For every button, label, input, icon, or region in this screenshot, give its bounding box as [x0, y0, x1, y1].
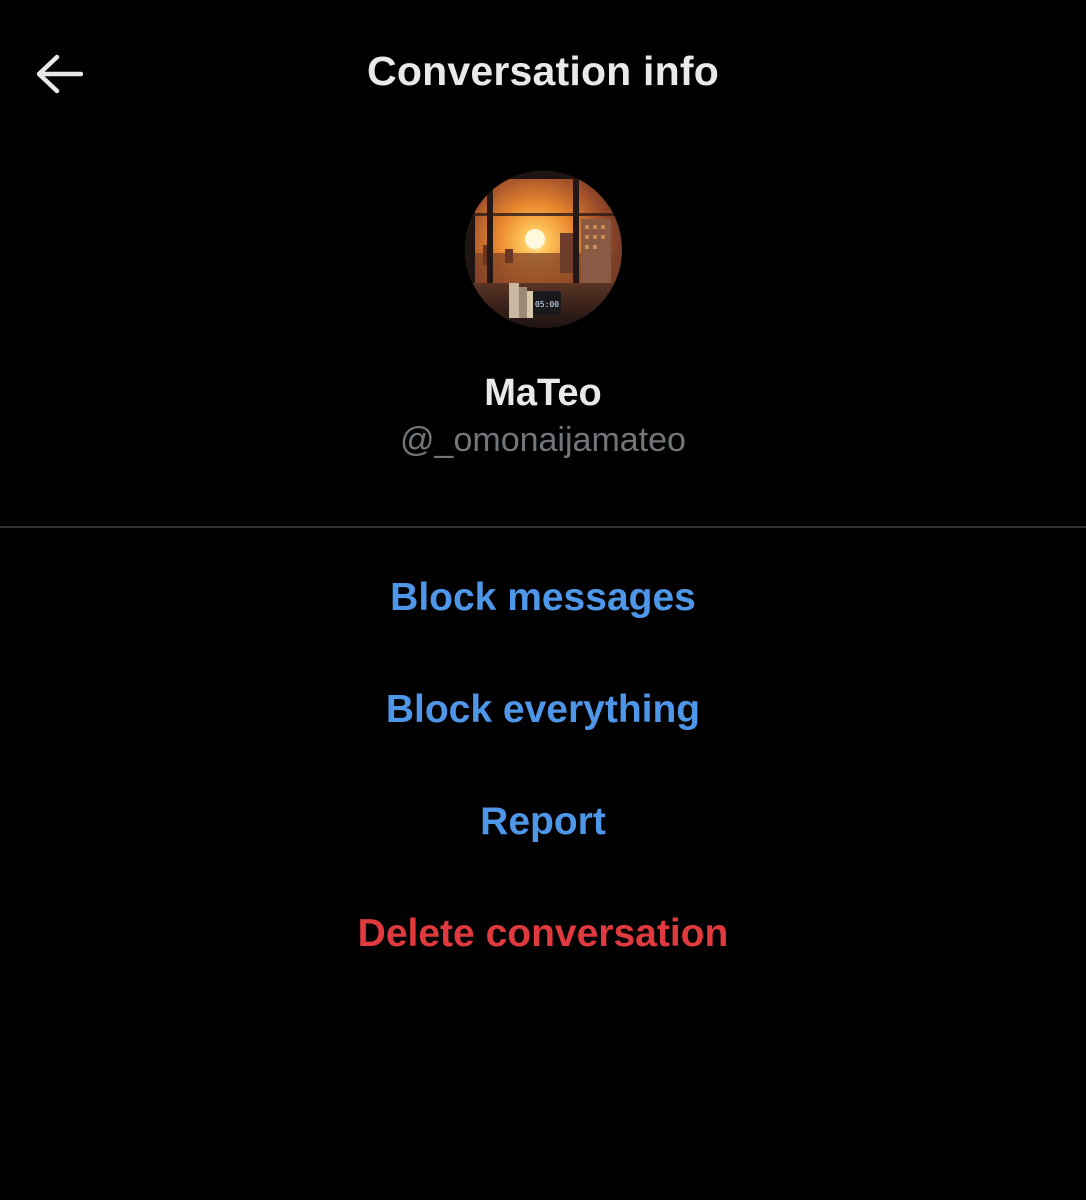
block-messages-button[interactable]: Block messages [0, 558, 1086, 638]
page-title: Conversation info [367, 48, 719, 94]
divider [0, 526, 1086, 528]
avatar[interactable]: 05:00 [465, 171, 622, 328]
block-everything-button[interactable]: Block everything [0, 670, 1086, 750]
header: Conversation info [0, 0, 1086, 150]
report-button[interactable]: Report [0, 782, 1086, 862]
delete-conversation-button[interactable]: Delete conversation [0, 894, 1086, 974]
user-handle: @_omonaijamateo [400, 421, 686, 459]
sunset-window-avatar: 05:00 [465, 171, 622, 328]
display-name: MaTeo [484, 372, 602, 414]
svg-text:05:00: 05:00 [535, 300, 559, 309]
conversation-info-screen: Conversation info 05:00 MaTeo @_omonaija… [0, 0, 1086, 1200]
